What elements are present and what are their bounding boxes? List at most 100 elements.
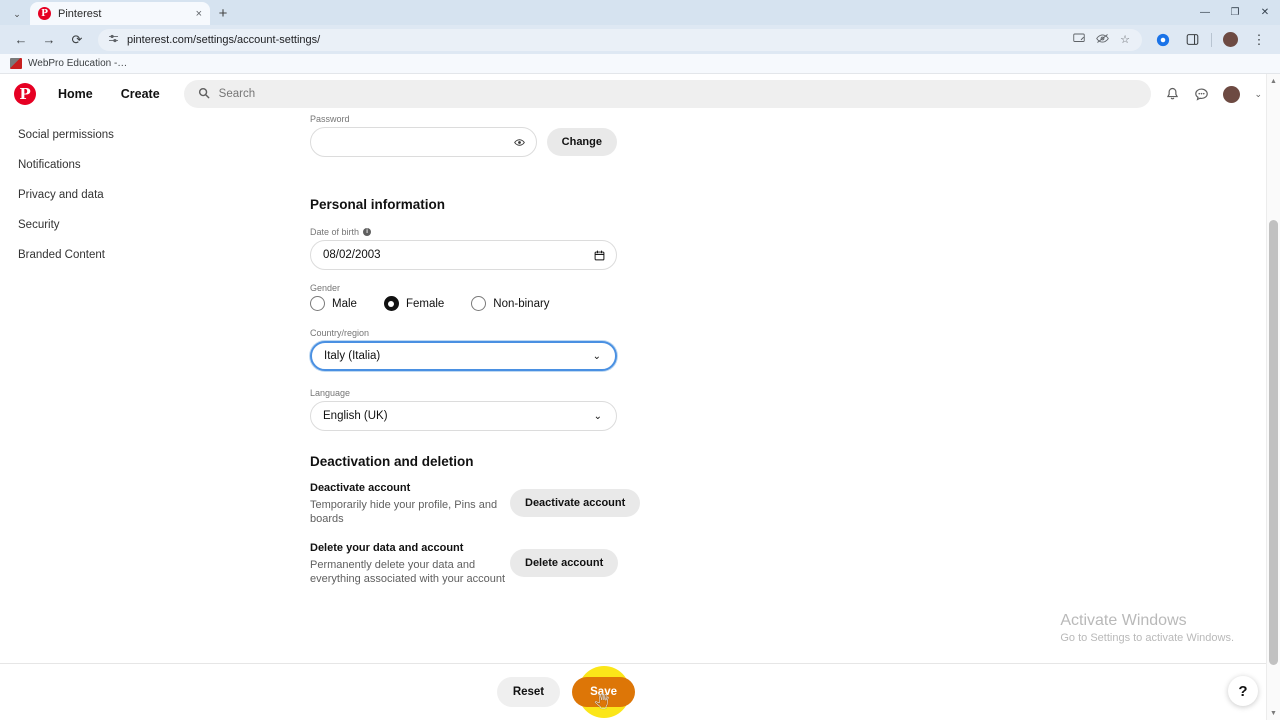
windows-activation-watermark: Activate Windows Go to Settings to activ…	[1060, 612, 1234, 644]
chevron-down-icon: ⌄	[592, 350, 601, 362]
radio-female-icon[interactable]	[383, 296, 399, 311]
delete-description: Permanently delete your data and everyth…	[310, 559, 506, 586]
tab-search-chevron-icon[interactable]: ⌄	[4, 3, 30, 25]
radio-male-icon[interactable]	[310, 296, 325, 311]
extensions-puzzle-icon[interactable]	[1150, 28, 1176, 52]
chat-bubble-icon[interactable]	[1194, 87, 1209, 102]
country-group: Country/region Italy (Italia) ⌄	[310, 328, 617, 371]
webpro-favicon-icon	[10, 58, 22, 69]
watermark-title: Activate Windows	[1060, 612, 1187, 629]
deactivate-title: Deactivate account	[310, 482, 411, 494]
date-of-birth-group: Date of birth i 08/02/2003	[310, 227, 617, 270]
deactivate-account-button[interactable]: Deactivate account	[510, 489, 641, 517]
date-of-birth-value: 08/02/2003	[323, 249, 381, 261]
dob-label-text: Date of birth	[310, 227, 360, 237]
eye-icon[interactable]	[513, 138, 525, 147]
gender-non-binary-label: Non-binary	[493, 297, 550, 310]
settings-sidebar: Social permissions Notifications Privacy…	[0, 114, 310, 720]
sidebar-item-privacy-and-data[interactable]: Privacy and data	[0, 180, 310, 210]
new-tab-button[interactable]: +	[210, 2, 236, 25]
save-button-wrapper: Save 🖑	[572, 666, 635, 718]
gender-female-label: Female	[405, 297, 445, 310]
nav-home[interactable]: Home	[46, 80, 105, 108]
sidebar-item-branded-content[interactable]: Branded Content	[0, 240, 310, 270]
close-window-icon[interactable]: ✕	[1250, 0, 1280, 25]
date-of-birth-input[interactable]: 08/02/2003	[310, 240, 617, 270]
forward-icon[interactable]: →	[36, 28, 62, 52]
country-label: Country/region	[310, 328, 370, 338]
site-settings-icon[interactable]	[108, 33, 119, 47]
deactivation-heading: Deactivation and deletion	[310, 454, 474, 469]
toolbar-divider	[1211, 32, 1212, 47]
calendar-icon[interactable]	[594, 249, 605, 261]
tab-title: Pinterest	[58, 7, 102, 20]
info-icon[interactable]: i	[363, 228, 372, 236]
reload-icon[interactable]: ⟳	[64, 28, 90, 52]
reset-button[interactable]: Reset	[496, 677, 561, 707]
settings-action-bar: Reset Save 🖑	[0, 663, 1280, 720]
search-icon	[198, 87, 210, 102]
gender-option-male[interactable]: Male	[310, 296, 357, 311]
country-value: Italy (Italia)	[324, 350, 381, 362]
personal-information-heading: Personal information	[310, 197, 446, 212]
user-avatar[interactable]	[1223, 85, 1241, 103]
close-tab-icon[interactable]: ×	[196, 8, 202, 20]
password-input[interactable]	[310, 127, 537, 157]
back-icon[interactable]: ←	[8, 28, 34, 52]
gender-label: Gender	[310, 283, 341, 293]
tab-strip: ⌄ P Pinterest × + — ❐ ✕	[0, 0, 1280, 25]
toolbar-right-actions: ⋮	[1150, 28, 1272, 52]
nav-create[interactable]: Create	[109, 80, 172, 108]
search-input[interactable]: Search	[183, 80, 1152, 108]
gender-option-female[interactable]: Female	[383, 296, 445, 311]
bookmark-star-icon[interactable]: ☆	[1120, 33, 1130, 46]
page-viewport: P Home Create Search ⌄ Social permission…	[0, 74, 1280, 720]
scroll-down-arrow-icon[interactable]: ▼	[1267, 706, 1280, 720]
bookmarks-bar: WebPro Education -…	[0, 54, 1280, 74]
change-password-button[interactable]: Change	[546, 128, 617, 156]
side-panel-icon[interactable]	[1179, 28, 1205, 52]
delete-account-button[interactable]: Delete account	[510, 549, 619, 577]
bell-icon[interactable]	[1165, 87, 1180, 102]
delete-text-block: Delete your data and account Permanently…	[310, 542, 510, 586]
bookmark-item-webpro[interactable]: WebPro Education -…	[28, 58, 127, 69]
country-select[interactable]: Italy (Italia) ⌄	[310, 341, 617, 371]
chevron-down-icon: ⌄	[593, 410, 602, 422]
url-text: pinterest.com/settings/account-settings/	[127, 33, 321, 46]
radio-non-binary-icon[interactable]	[471, 296, 487, 311]
language-value: English (UK)	[323, 410, 388, 422]
deactivate-account-row: Deactivate account Temporarily hide your…	[310, 482, 641, 526]
search-placeholder: Search	[218, 88, 256, 100]
profile-avatar[interactable]	[1223, 32, 1238, 47]
screen-cast-icon[interactable]	[1073, 33, 1085, 47]
maximize-icon[interactable]: ❐	[1220, 0, 1250, 25]
browser-toolbar: ← → ⟳ pinterest.com/settings/account-set…	[0, 25, 1280, 54]
pinterest-header: P Home Create Search ⌄	[0, 74, 1280, 114]
password-field-group: Password Change	[310, 114, 617, 157]
tracking-protection-icon[interactable]	[1096, 33, 1109, 47]
gender-male-label: Male	[332, 297, 357, 310]
watermark-subtitle: Go to Settings to activate Windows.	[1060, 632, 1234, 644]
browser-tab-pinterest[interactable]: P Pinterest ×	[30, 2, 210, 25]
sidebar-item-security[interactable]: Security	[0, 210, 310, 240]
pinterest-logo-icon[interactable]: P	[14, 83, 36, 105]
chevron-down-icon[interactable]: ⌄	[1254, 89, 1262, 100]
help-button[interactable]: ?	[1228, 676, 1258, 706]
pinterest-favicon-icon: P	[38, 7, 51, 20]
omnibox-actions: ☆	[1073, 33, 1132, 47]
delete-account-row: Delete your data and account Permanently…	[310, 542, 619, 586]
scroll-up-arrow-icon[interactable]: ▲	[1267, 74, 1280, 88]
language-select[interactable]: English (UK) ⌄	[310, 401, 617, 431]
address-bar[interactable]: pinterest.com/settings/account-settings/…	[98, 28, 1142, 51]
sidebar-item-notifications[interactable]: Notifications	[0, 150, 310, 180]
save-button[interactable]: Save	[572, 677, 635, 707]
page-scrollbar[interactable]: ▲ ▼	[1266, 74, 1280, 720]
date-of-birth-label: Date of birth i	[310, 227, 617, 237]
gender-option-non-binary[interactable]: Non-binary	[471, 296, 550, 311]
sidebar-item-social-permissions[interactable]: Social permissions	[0, 120, 310, 150]
browser-menu-icon[interactable]: ⋮	[1246, 28, 1272, 52]
scrollbar-thumb[interactable]	[1269, 220, 1278, 665]
minimize-icon[interactable]: —	[1190, 0, 1220, 25]
deactivate-description: Temporarily hide your profile, Pins and …	[310, 499, 498, 526]
gender-group: Gender Male Female Non-binary	[310, 283, 617, 311]
